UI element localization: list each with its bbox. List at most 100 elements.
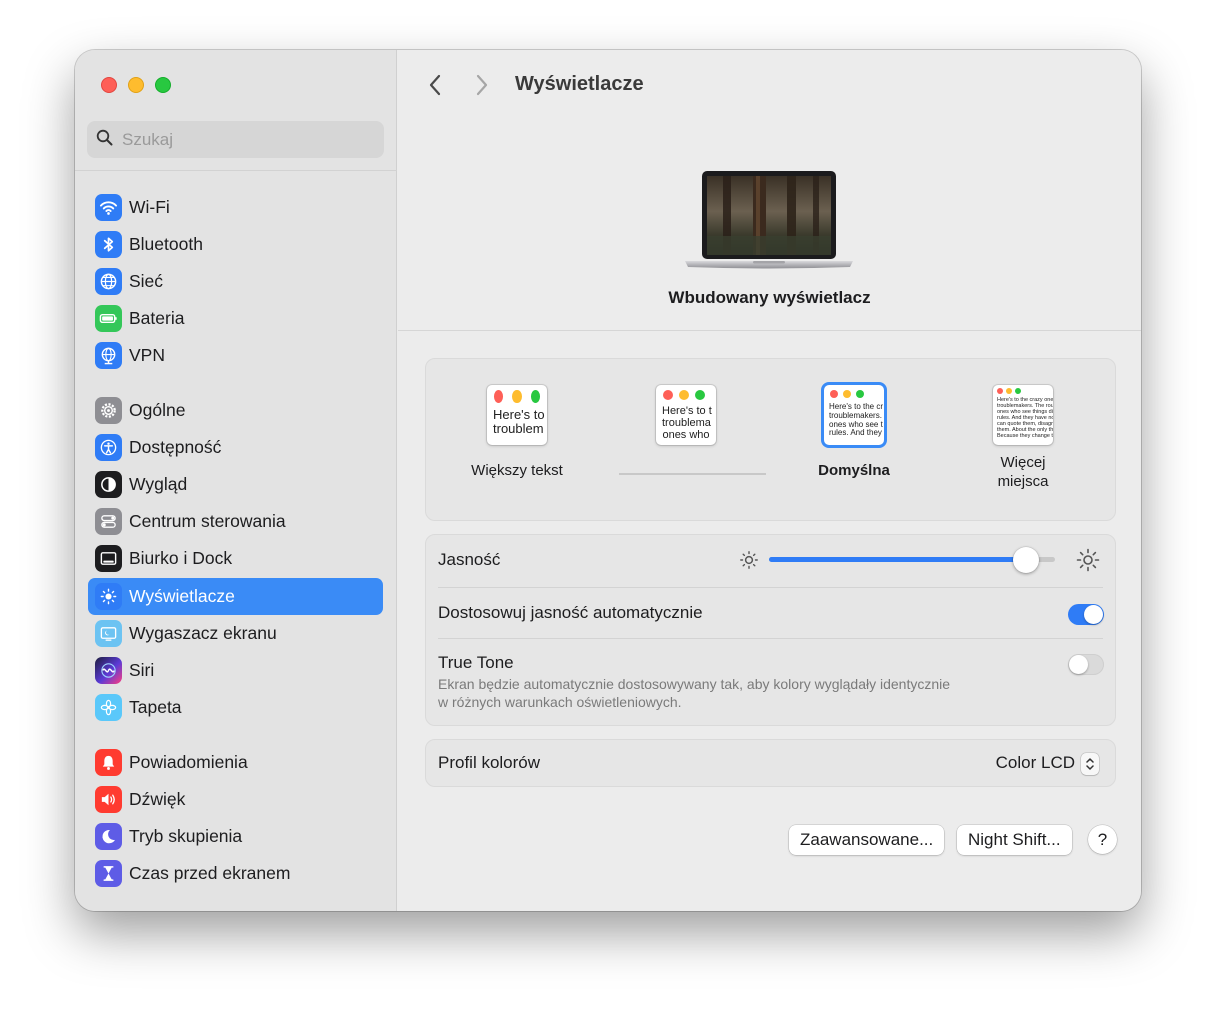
sidebar-item-label: VPN: [129, 345, 165, 365]
sidebar-item-screensaver[interactable]: Wygaszacz ekranu: [88, 615, 383, 652]
search-icon: [96, 129, 113, 151]
vpn-globe-icon: [95, 342, 122, 369]
brightness-label: Jasność: [438, 550, 501, 569]
wifi-icon: [95, 194, 122, 221]
appearance-icon: [95, 471, 122, 498]
resolution-preview: Here's to the crazy ones troublemakers. …: [993, 385, 1053, 445]
sidebar-item-label: Tryb skupienia: [129, 826, 243, 846]
sun-small-icon: [740, 551, 758, 569]
back-button[interactable]: [422, 72, 448, 98]
sidebar-item-battery[interactable]: Bateria: [88, 300, 383, 337]
display-hero: Wbudowany wyświetlacz: [398, 145, 1141, 331]
true-tone-description: Ekran będzie automatycznie dostosowywany…: [438, 676, 951, 711]
true-tone-label: True Tone: [438, 653, 514, 672]
globe-icon: [95, 268, 122, 295]
row-divider: [438, 587, 1103, 588]
sidebar-divider: [75, 170, 397, 171]
sidebar-item-label: Tapeta: [129, 697, 182, 717]
resolution-scale-track: [619, 473, 766, 475]
resolution-label: Większy tekst: [471, 462, 563, 479]
brightness-slider[interactable]: [769, 547, 1055, 573]
close-window-button[interactable]: [101, 77, 117, 93]
sidebar-item-vpn[interactable]: VPN: [88, 337, 383, 374]
resolution-preview: Here's to troublem: [487, 385, 547, 445]
help-button[interactable]: ?: [1088, 825, 1117, 854]
battery-icon: [95, 305, 122, 332]
bluetooth-icon: [95, 231, 122, 258]
dock-icon: [95, 545, 122, 572]
sidebar-item-sound[interactable]: Dźwięk: [88, 781, 383, 818]
color-profile-card: Profil kolorów Color LCD: [425, 739, 1116, 787]
true-tone-toggle[interactable]: [1068, 654, 1104, 675]
resolution-label: Więcej miejsca: [997, 454, 1049, 490]
siri-icon: [95, 657, 122, 684]
sidebar-item-label: Bateria: [129, 308, 185, 328]
sidebar-item-general[interactable]: Ogólne: [88, 392, 383, 429]
display-name: Wbudowany wyświetlacz: [668, 288, 871, 307]
sidebar-item-label: Wyświetlacze: [129, 586, 235, 606]
chevron-up-down-icon: [1086, 758, 1094, 770]
sidebar-item-network[interactable]: Sieć: [88, 263, 383, 300]
sidebar-item-label: Wygaszacz ekranu: [129, 623, 277, 643]
chevron-left-icon: [429, 74, 441, 96]
resolution-label: Domyślna: [818, 462, 890, 479]
brightness-slider-knob[interactable]: [1013, 547, 1040, 573]
resolution-preview-text: Here's to troublem: [493, 408, 545, 437]
control-center-icon: [95, 508, 122, 535]
sidebar-item-control-center[interactable]: Centrum sterowania: [88, 503, 383, 540]
resolution-preview-text: Here's to t troublema ones who: [662, 405, 712, 442]
laptop-icon[interactable]: [683, 170, 855, 276]
display-settings-card: Jasność Dostosowuj jasność automatycznie…: [425, 534, 1116, 726]
resolution-preview-text: Here's to the cr troublemakers. ones who…: [829, 403, 883, 438]
resolution-option-larger-text[interactable]: Here's to troublem Większy tekst: [457, 385, 577, 481]
resolution-option-medium[interactable]: Here's to t troublema ones who: [626, 385, 746, 445]
sidebar-item-label: Siri: [129, 660, 155, 680]
resolution-option-default[interactable]: Here's to the cr troublemakers. ones who…: [794, 385, 914, 481]
search-field[interactable]: [87, 121, 384, 158]
screensaver-icon: [95, 620, 122, 647]
sun-large-icon: [1076, 548, 1100, 572]
sidebar-item-label: Centrum sterowania: [129, 511, 286, 531]
auto-brightness-toggle[interactable]: [1068, 604, 1104, 625]
maximize-window-button[interactable]: [155, 77, 171, 93]
color-profile-popup-button[interactable]: [1081, 753, 1099, 775]
window-controls: [101, 77, 171, 93]
brightness-slider-fill: [769, 557, 1027, 562]
accessibility-icon: [95, 434, 122, 461]
sidebar-item-label: Biurko i Dock: [129, 548, 233, 568]
main-panel: Wyświetlacze Wbudowany wyświetlacz Here'…: [398, 50, 1141, 911]
resolution-preview: Here's to t troublema ones who: [656, 385, 716, 445]
color-profile-value[interactable]: Color LCD: [996, 753, 1075, 773]
sidebar-item-displays[interactable]: Wyświetlacze: [88, 578, 383, 615]
page-title: Wyświetlacze: [515, 73, 644, 95]
settings-window: Wi-Fi Bluetooth Sieć Bateria VPN: [75, 50, 1141, 911]
sidebar-item-label: Dostępność: [129, 437, 222, 457]
sidebar-item-wifi[interactable]: Wi-Fi: [88, 189, 383, 226]
night-shift-button[interactable]: Night Shift...: [957, 825, 1072, 855]
chevron-right-icon: [476, 74, 488, 96]
sidebar-item-notifications[interactable]: Powiadomienia: [88, 744, 383, 781]
forward-button[interactable]: [469, 72, 495, 98]
hourglass-icon: [95, 860, 122, 887]
sidebar-item-desktop-dock[interactable]: Biurko i Dock: [88, 540, 383, 577]
resolution-option-more-space[interactable]: Here's to the crazy ones troublemakers. …: [963, 385, 1083, 492]
sidebar-item-bluetooth[interactable]: Bluetooth: [88, 226, 383, 263]
search-input[interactable]: [122, 129, 362, 150]
sidebar-item-siri[interactable]: Siri: [88, 652, 383, 689]
sidebar-item-wallpaper[interactable]: Tapeta: [88, 689, 383, 726]
advanced-button[interactable]: Zaawansowane...: [789, 825, 945, 855]
sidebar-item-label: Ogólne: [129, 400, 186, 420]
bell-icon: [95, 749, 122, 776]
sidebar-item-screen-time[interactable]: Czas przed ekranem: [88, 855, 383, 892]
sidebar-item-accessibility[interactable]: Dostępność: [88, 429, 383, 466]
sidebar-item-label: Czas przed ekranem: [129, 863, 291, 883]
wallpaper-icon: [95, 694, 122, 721]
auto-brightness-label: Dostosowuj jasność automatycznie: [438, 603, 703, 622]
moon-icon: [95, 823, 122, 850]
row-divider: [438, 638, 1103, 639]
sidebar-item-appearance[interactable]: Wygląd: [88, 466, 383, 503]
minimize-window-button[interactable]: [128, 77, 144, 93]
sidebar-item-label: Bluetooth: [129, 234, 203, 254]
sidebar-item-focus[interactable]: Tryb skupienia: [88, 818, 383, 855]
sidebar-item-label: Dźwięk: [129, 789, 186, 809]
